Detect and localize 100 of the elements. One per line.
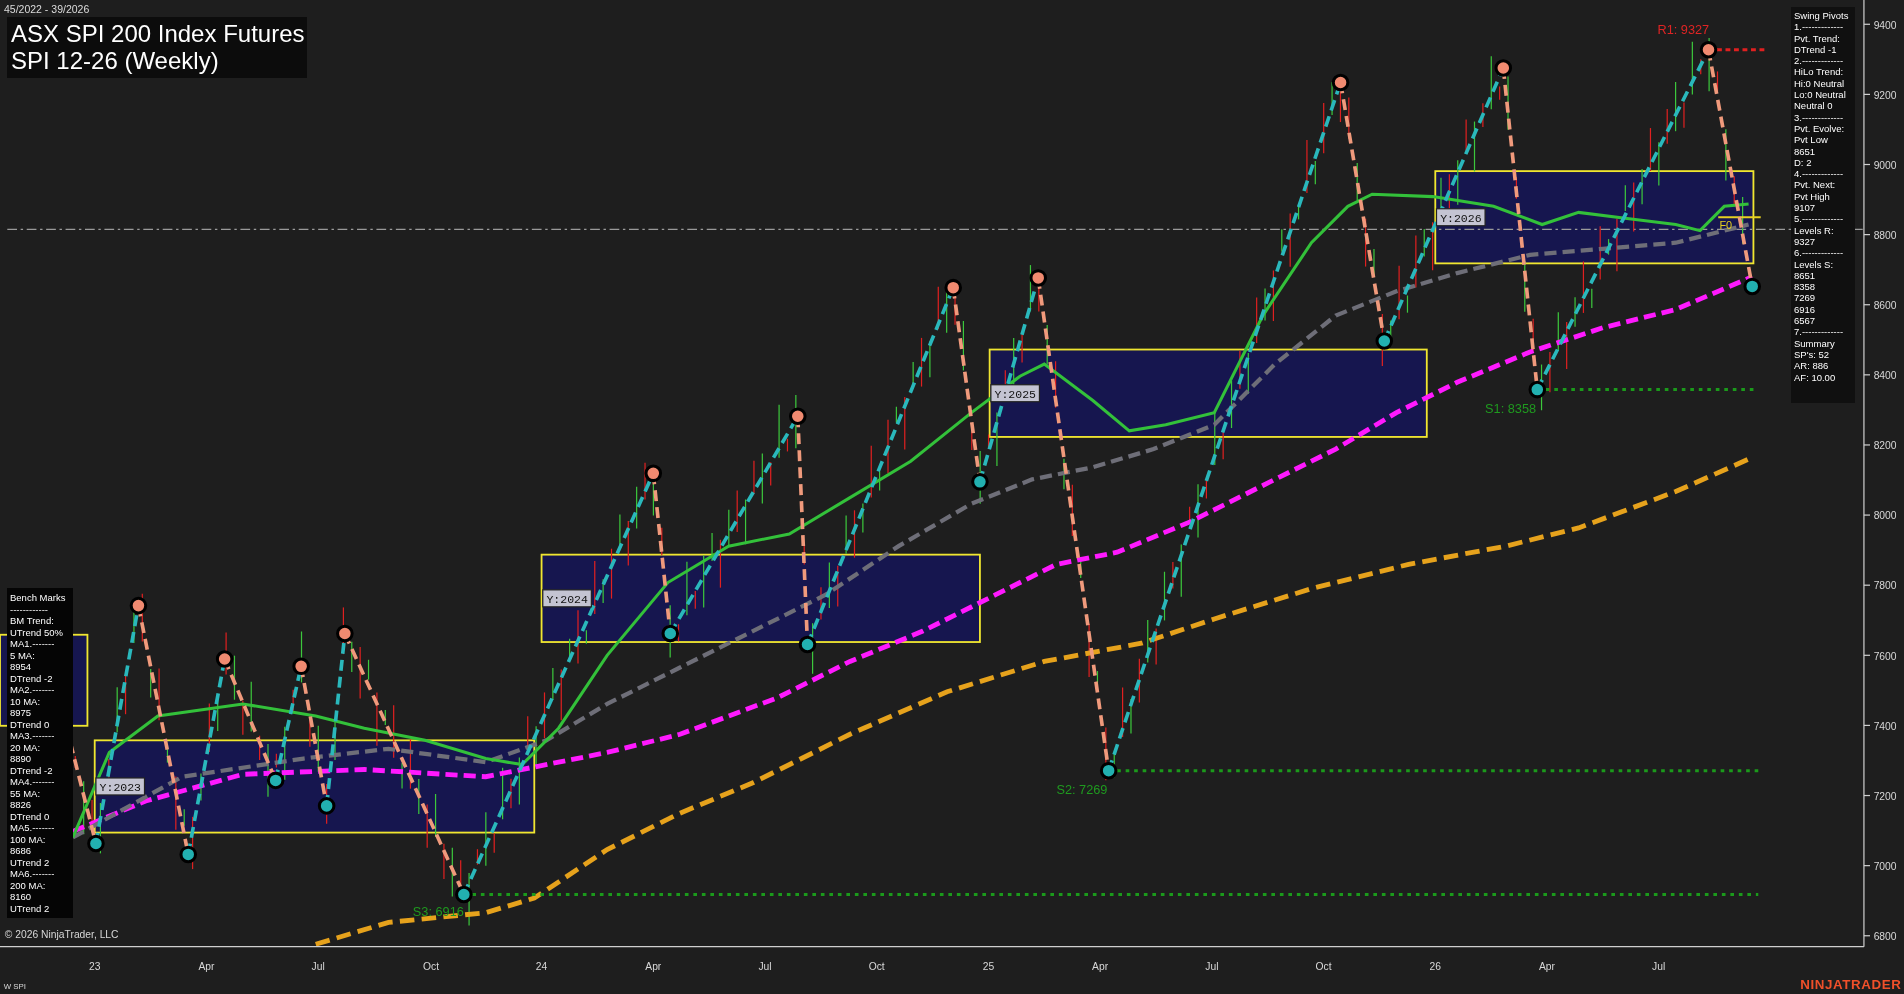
- panel-text: Hi:0 Neutral: [1794, 77, 1846, 90]
- swing-high-marker: [129, 596, 148, 615]
- x-axis-label: Oct: [1315, 960, 1332, 972]
- brand-logo: NINJATRADER: [1800, 977, 1902, 993]
- y-axis-label: 8200: [1873, 440, 1897, 452]
- panel-text: 4.-------------: [1794, 168, 1845, 180]
- panel-text: DTrend 0: [10, 810, 51, 822]
- panel-text: MA4.-------: [10, 776, 56, 788]
- level-label: S1: 8358: [1485, 400, 1537, 416]
- panel-text: 8890: [10, 753, 33, 765]
- panel-text: HiLo Trend:: [1794, 66, 1845, 78]
- panel-text: DTrend -2: [10, 764, 54, 776]
- swing-low-marker: [266, 771, 285, 790]
- panel-text: 8358: [1794, 281, 1817, 293]
- panel-text: 100 MA:: [10, 833, 47, 845]
- y-axis-label: 8600: [1873, 300, 1897, 311]
- panel-text: Pvt. Evolve:: [1794, 122, 1846, 135]
- level-label: S3: 6916: [412, 904, 464, 920]
- x-axis-label: 25: [982, 960, 995, 972]
- swing-high-marker: [1699, 40, 1718, 59]
- swing-low-marker: [1099, 761, 1118, 780]
- panel-text: AR: 886: [1794, 360, 1830, 372]
- panel-text: 6567: [1794, 315, 1817, 327]
- panel-text: DTrend -2: [10, 672, 54, 684]
- panel-text: MA3.-------: [10, 730, 56, 742]
- x-axis-label: Jul: [1652, 960, 1666, 972]
- swing-low-marker: [179, 845, 197, 864]
- panel-text: UTrend 2: [10, 902, 51, 914]
- panel-text: 6.-------------: [1794, 247, 1845, 259]
- swing-high-marker: [944, 278, 962, 297]
- y-axis-label: 9000: [1873, 159, 1897, 171]
- panel-text: Pvt High: [1794, 190, 1831, 203]
- y-axis-label: 7000: [1873, 860, 1897, 872]
- swing-high-marker: [1331, 73, 1350, 92]
- panel-text: 8826: [10, 799, 33, 811]
- panel-text: D: 2: [1794, 156, 1813, 169]
- panel-text: Summary: [1794, 337, 1836, 349]
- panel-text: 8651: [1794, 269, 1817, 282]
- panel-text: UTrend 50%: [10, 626, 64, 638]
- swing-low-marker: [1528, 380, 1547, 399]
- panel-text: Swing Pivots: [1794, 10, 1850, 22]
- panel-text: Levels R:: [1794, 224, 1835, 236]
- panel-text: BM Trend:: [10, 615, 55, 627]
- panel-text: ------------: [10, 603, 49, 615]
- year-label: Y:2025: [990, 384, 1041, 403]
- x-axis-label: Oct: [868, 960, 885, 972]
- panel-text: Pvt. Next:: [1794, 179, 1837, 191]
- panel-text: MA6.-------: [10, 868, 56, 880]
- date-range: 45/2022 - 39/2026: [4, 3, 90, 15]
- panel-text: 9327: [1794, 235, 1817, 248]
- panel-text: 8975: [10, 707, 33, 719]
- panel-text: 8651: [1794, 145, 1817, 157]
- fib-label: F0: [1719, 219, 1733, 232]
- panel-text: Levels S:: [1794, 258, 1835, 270]
- panel-text: 20 MA:: [10, 741, 42, 753]
- x-axis-label: Oct: [423, 960, 440, 972]
- panel-text: 8686: [10, 845, 33, 857]
- y-axis-label: 7600: [1873, 650, 1897, 662]
- swing-high-marker: [789, 407, 807, 426]
- panel-text: 9107: [1794, 202, 1817, 214]
- swing-high-marker: [1029, 269, 1047, 287]
- panel-text: AF: 10.00: [1794, 371, 1837, 383]
- fib-level-line: [1717, 216, 1762, 219]
- y-axis-label: 8000: [1873, 510, 1897, 522]
- x-axis-label: Apr: [1539, 960, 1555, 972]
- x-axis-label: 24: [535, 960, 548, 972]
- y-axis-label: 9400: [1873, 19, 1897, 31]
- panel-text: DTrend -1: [1794, 43, 1838, 56]
- x-axis-label: Apr: [198, 960, 215, 972]
- instrument-label: W SPI: [3, 982, 26, 992]
- x-axis-label: 23: [89, 960, 101, 972]
- y-axis-label: 9200: [1873, 89, 1897, 101]
- panel-text: Bench Marks: [10, 592, 67, 604]
- swing-low-marker: [1743, 277, 1761, 296]
- panel-text: Pvt Low: [1794, 134, 1829, 146]
- swing-low-marker: [317, 797, 336, 815]
- swing-low-marker: [1375, 332, 1394, 350]
- y-axis-label: 8800: [1873, 229, 1897, 241]
- level-label: S2: 7269: [1056, 781, 1108, 797]
- panel-text: 7269: [1794, 292, 1817, 304]
- x-axis-label: Jul: [1205, 960, 1219, 972]
- panel-text: Pvt. Trend:: [1794, 32, 1841, 44]
- year-label: Y:2026: [1435, 208, 1486, 227]
- panel-text: 2.-------------: [1794, 55, 1845, 67]
- panel-text: 55 MA:: [10, 787, 42, 799]
- y-axis-label: 8400: [1873, 370, 1897, 382]
- x-axis-label: Apr: [1092, 960, 1109, 972]
- swing-low-marker: [87, 834, 105, 853]
- panel-text: Neutral 0: [1794, 100, 1834, 112]
- swing-high-marker: [1494, 59, 1513, 77]
- swing-low-marker: [455, 885, 473, 904]
- y-axis-label: 7400: [1873, 720, 1897, 732]
- x-axis-label: Jul: [758, 960, 772, 972]
- year-label: Y:2023: [95, 777, 146, 796]
- panel-text: 5.-------------: [1794, 213, 1845, 225]
- panel-text: 8954: [10, 661, 33, 673]
- copyright-text: © 2026 NinjaTrader, LLC: [4, 929, 119, 941]
- panel-text: 3.-------------: [1794, 111, 1845, 123]
- chart-subtitle: SPI 12-26 (Weekly): [11, 47, 220, 74]
- panel-text: SP's: 52: [1794, 348, 1830, 361]
